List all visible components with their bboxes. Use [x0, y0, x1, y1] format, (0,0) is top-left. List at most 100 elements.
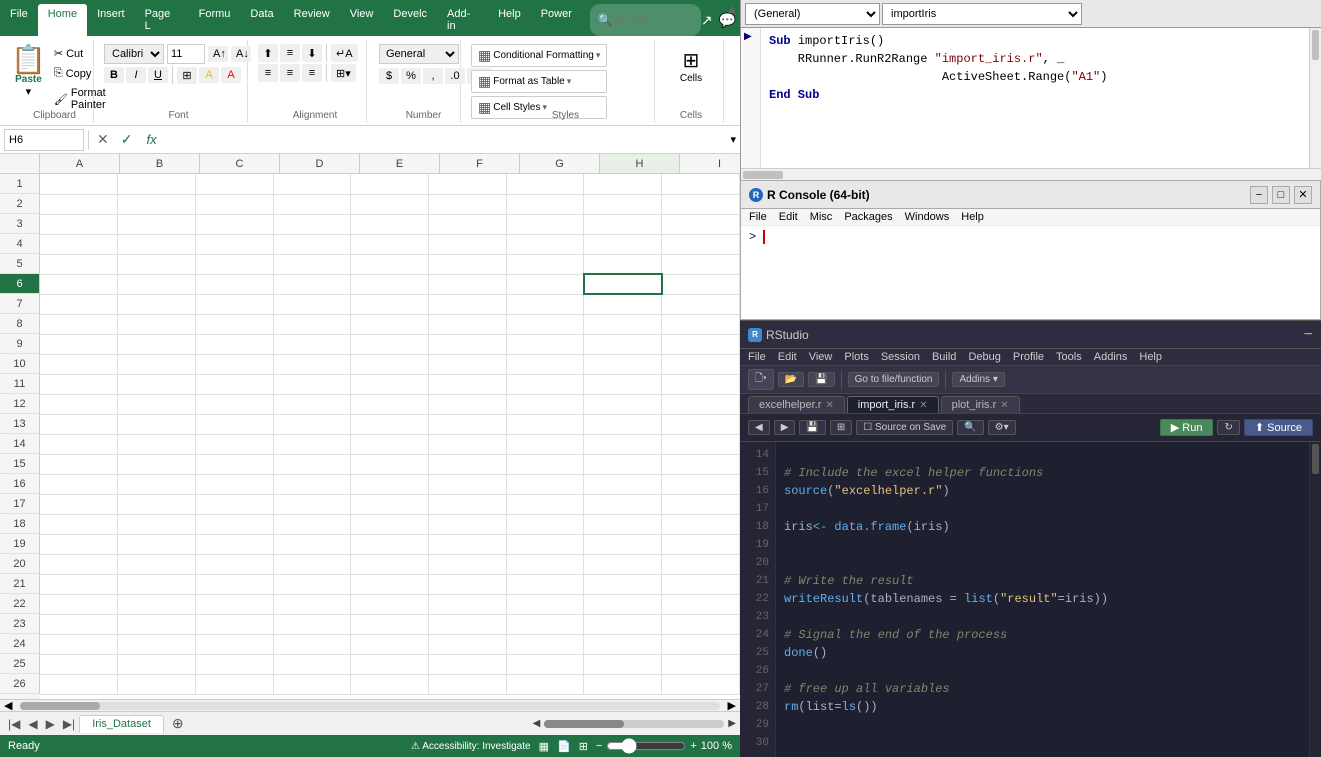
row-header-11[interactable]: 11 — [0, 374, 40, 394]
normal-view-btn[interactable]: ▦ — [539, 740, 549, 753]
r-console-menu-packages[interactable]: Packages — [844, 211, 892, 223]
grid-cell[interactable] — [118, 414, 196, 434]
grid-cell[interactable] — [40, 594, 118, 614]
grid-cell[interactable] — [195, 594, 273, 614]
grid-cell[interactable] — [40, 294, 118, 314]
code-content[interactable]: # Include the excel helper functionssour… — [776, 442, 1309, 757]
number-format-select[interactable]: General — [379, 44, 459, 64]
grid-cell[interactable] — [506, 454, 584, 474]
grid-cell[interactable] — [584, 554, 662, 574]
grid-cell[interactable] — [506, 314, 584, 334]
rstudio-menu-addins[interactable]: Addins — [1094, 351, 1128, 363]
grid-cell[interactable] — [584, 314, 662, 334]
grid-cell[interactable] — [429, 434, 507, 454]
bold-button[interactable]: B — [104, 67, 124, 83]
rstudio-tab-excelhelper[interactable]: excelhelper.r ✕ — [748, 396, 845, 413]
grid-cell[interactable] — [506, 434, 584, 454]
grid-cell[interactable] — [351, 674, 429, 694]
grid-cell[interactable] — [40, 234, 118, 254]
tab-review[interactable]: Review — [284, 4, 340, 36]
paste-button[interactable]: 📋 Paste ▾ — [10, 42, 47, 102]
row-header-3[interactable]: 3 — [0, 214, 40, 234]
col-header-d[interactable]: D — [280, 154, 360, 173]
grid-cell[interactable] — [273, 254, 351, 274]
grid-cell[interactable] — [40, 394, 118, 414]
row-header-20[interactable]: 20 — [0, 554, 40, 574]
row-header-15[interactable]: 15 — [0, 454, 40, 474]
share-icon[interactable]: ↗ — [701, 12, 713, 29]
grid-cell[interactable] — [118, 294, 196, 314]
grid-cell[interactable] — [506, 514, 584, 534]
merge-btn[interactable]: ⊞▾ — [331, 64, 356, 82]
grid-cell[interactable] — [195, 274, 273, 294]
rstudio-menu-profile[interactable]: Profile — [1013, 351, 1044, 363]
row-header-1[interactable]: 1 — [0, 174, 40, 194]
grid-cell[interactable] — [273, 554, 351, 574]
rstudio-new-btn[interactable]: 🗋▾ — [748, 369, 774, 390]
grid-cell[interactable] — [429, 674, 507, 694]
conditional-formatting-btn[interactable]: ▦ Conditional Formatting ▾ — [471, 44, 607, 67]
grid-cell[interactable] — [351, 514, 429, 534]
grid-cell[interactable] — [662, 374, 740, 394]
align-bottom-btn[interactable]: ⬇ — [302, 44, 322, 62]
grid-cell[interactable] — [429, 274, 507, 294]
grid-cell[interactable] — [273, 294, 351, 314]
r-console-maximize-btn[interactable]: □ — [1272, 186, 1290, 204]
grid-cell[interactable] — [273, 454, 351, 474]
page-layout-btn[interactable]: 📄 — [557, 740, 571, 753]
grid-cell[interactable] — [195, 214, 273, 234]
grid-cell[interactable] — [118, 534, 196, 554]
zoom-in-btn[interactable]: + — [690, 740, 696, 752]
scroll-area-right[interactable]: ▶ — [728, 718, 736, 729]
rstudio-tab-plot-iris[interactable]: plot_iris.r ✕ — [941, 396, 1020, 413]
grid-cell[interactable] — [662, 494, 740, 514]
grid-cell[interactable] — [195, 354, 273, 374]
grid-cell[interactable] — [506, 294, 584, 314]
tab-insert[interactable]: Insert — [87, 4, 135, 36]
vba-h-scrollbar[interactable] — [741, 168, 1321, 180]
grid-cell[interactable] — [584, 654, 662, 674]
r-console-minimize-btn[interactable]: − — [1250, 186, 1268, 204]
row-header-5[interactable]: 5 — [0, 254, 40, 274]
align-left-btn[interactable]: ≡ — [258, 64, 278, 82]
grid-cell[interactable] — [662, 674, 740, 694]
grid-cell[interactable] — [195, 394, 273, 414]
col-header-e[interactable]: E — [360, 154, 440, 173]
grid-cell[interactable] — [273, 194, 351, 214]
grid-cell[interactable] — [584, 614, 662, 634]
grid-cell[interactable] — [662, 314, 740, 334]
grid-cell[interactable] — [506, 354, 584, 374]
grid-cell[interactable] — [118, 254, 196, 274]
grid-cell[interactable] — [351, 654, 429, 674]
sheet-nav-last[interactable]: ▶| — [59, 715, 79, 733]
vba-code-area[interactable]: Sub importIris() RRunner.RunR2Range "imp… — [761, 28, 1309, 168]
increase-font-btn[interactable]: A↑ — [208, 46, 228, 62]
formula-confirm-btn[interactable]: ✓ — [117, 131, 137, 148]
col-header-a[interactable]: A — [40, 154, 120, 173]
rstudio-menu-debug[interactable]: Debug — [968, 351, 1000, 363]
grid-cell[interactable] — [584, 174, 662, 194]
row-header-14[interactable]: 14 — [0, 434, 40, 454]
grid-cell[interactable] — [584, 234, 662, 254]
scroll-right-btn[interactable]: ▶ — [724, 699, 740, 711]
grid-cell[interactable] — [429, 254, 507, 274]
grid-cell[interactable] — [351, 574, 429, 594]
borders-button[interactable]: ⊞ — [177, 67, 197, 84]
grid-cell[interactable] — [118, 214, 196, 234]
grid-cell[interactable] — [118, 314, 196, 334]
grid-cell[interactable] — [584, 434, 662, 454]
grid-cell[interactable] — [429, 494, 507, 514]
grid-cell[interactable] — [429, 374, 507, 394]
grid-cell[interactable] — [118, 674, 196, 694]
grid-cell[interactable] — [273, 354, 351, 374]
grid-cell[interactable] — [584, 594, 662, 614]
scroll-left-btn[interactable]: ◀ — [0, 699, 16, 711]
grid-cell[interactable] — [40, 454, 118, 474]
grid-cell[interactable] — [195, 614, 273, 634]
grid-cell[interactable] — [662, 394, 740, 414]
grid-cell[interactable] — [195, 314, 273, 334]
row-header-6[interactable]: 6 — [0, 274, 40, 294]
rstudio-forward-btn[interactable]: ▶ — [774, 420, 796, 435]
grid-cell[interactable] — [273, 634, 351, 654]
grid-cell[interactable] — [40, 274, 118, 294]
